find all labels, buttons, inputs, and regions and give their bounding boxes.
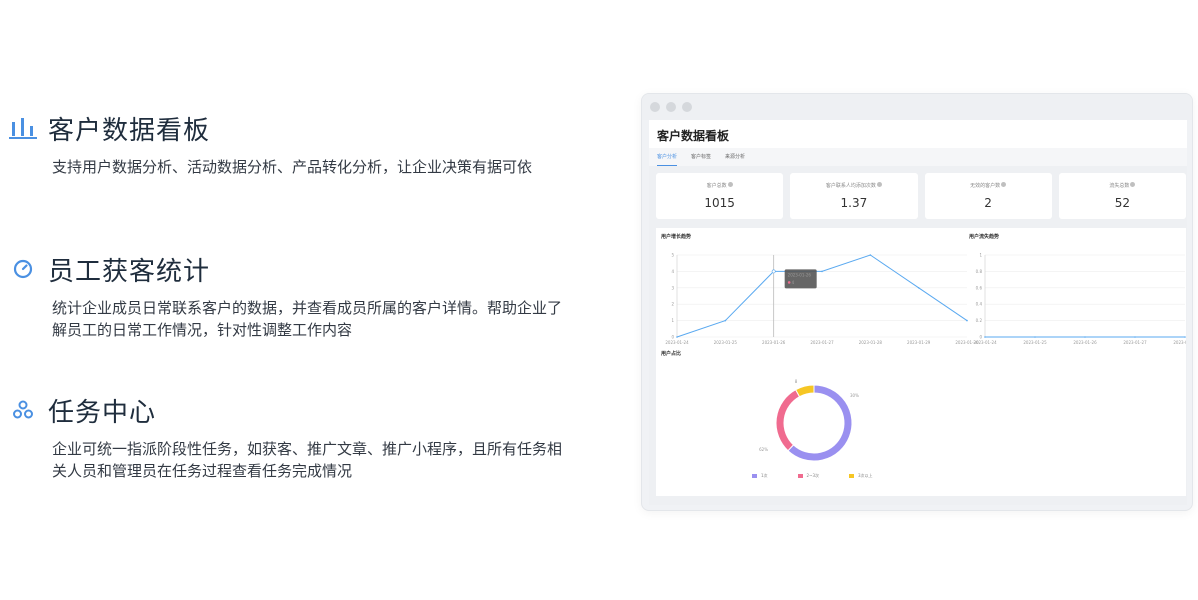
help-icon[interactable] [876,182,882,187]
dashboard-tabs: 客户分析 客户标签 来源分析 [649,148,1187,166]
stat-label: 客户总数 [706,183,727,189]
stat-value: 1015 [704,196,735,210]
feature-employee-stats: 员工获客统计 统计企业成员日常联系客户的数据，并查看成员所属的客户详情。帮助企业… [8,249,568,341]
dashboard-window: 客户数据看板 客户分析 客户标签 来源分析 客户总数 1015 客户联系人均添加… [641,93,1193,511]
dashboard-content: 客户数据看板 客户分析 客户标签 来源分析 客户总数 1015 客户联系人均添加… [649,120,1187,505]
loss-ytick: 0.4 [976,302,983,307]
stat-cards: 客户总数 1015 客户联系人均添加次数 1.37 无效的客户数 2 流失总数 … [656,173,1186,219]
window-titlebar [642,94,1192,120]
feature-desc: 支持用户数据分析、活动数据分析、产品转化分析，让企业决策有据可依 [52,158,533,176]
loss-ytick: 0.2 [976,318,983,323]
feature-desc: 企业可统一指派阶段性任务，如获客、推广文章、推广小程序，且所有任务相关人员和管理… [52,440,563,480]
growth-ytick: 3 [671,285,674,290]
legend-swatch [849,474,854,478]
feature-title: 任务中心 [48,397,157,428]
window-dot-maximize[interactable] [682,102,692,112]
legend-item[interactable]: 1次 [752,473,768,479]
growth-ytick: 1 [671,318,674,323]
help-icon[interactable] [1001,182,1007,187]
growth-ytick: 4 [671,269,674,274]
growth-xtick: 2023-01-27 [810,340,834,345]
stat-card-total-customers: 客户总数 1015 [656,173,784,219]
growth-xtick: 2023-01-25 [714,340,738,345]
stat-card-avg-add: 客户联系人均添加次数 1.37 [790,173,918,219]
growth-point [966,319,968,322]
growth-point [676,336,678,338]
legend-swatch [797,474,803,478]
donut-slice [775,389,801,452]
window-dot-minimize[interactable] [666,102,676,112]
dashboard-title: 客户数据看板 [649,120,1187,148]
gauge-icon [8,254,38,284]
stat-label: 无效的客户数 [970,183,1001,189]
tab-customer-analysis[interactable]: 客户分析 [657,148,678,166]
loss-point [1134,336,1136,338]
loss-point [1084,336,1086,338]
loss-point [1034,336,1036,338]
growth-xtick: 2023-01-26 [762,340,786,345]
growth-point [724,319,727,322]
donut-slice [795,384,815,398]
loss-xtick: 2023-01-24 [973,340,997,345]
loss-xtick: 2023-01-27 [1123,340,1147,345]
growth-tooltip-point [771,269,776,274]
growth-point [917,287,920,289]
loss-ytick: 1 [979,253,982,258]
donut-label: 8 [795,379,798,384]
growth-xtick: 2023-01-28 [859,340,883,345]
feature-title: 员工获客统计 [48,256,211,287]
growth-ytick: 5 [671,253,674,258]
stat-label: 客户联系人均添加次数 [825,183,876,189]
growth-tooltip-date: 2023-01-26 [788,272,812,277]
charts-svg: 0 1 2 3 4 5 2023-01-24 2023-01-25 2023-01-26 2023… [665,253,1186,462]
legend-item[interactable]: 2~3次 [797,473,819,479]
feature-list: 客户数据看板 支持用户数据分析、活动数据分析、产品转化分析，让企业决策有据可依 … [0,0,600,600]
loss-xtick: 2023-01-28 [1173,340,1186,345]
feature-title: 客户数据看板 [48,115,211,146]
growth-xtick: 2023-01-24 [665,340,689,345]
growth-ytick: 2 [671,302,674,307]
loss-xtick: 2023-01-26 [1073,340,1097,345]
stat-label: 流失总数 [1109,183,1130,189]
ratio-legend: 1次 2~3次 3次以上 [752,473,873,479]
loss-point [984,336,986,338]
donut-label: 30% [850,393,859,398]
stat-card-lost: 流失总数 52 [1058,173,1186,219]
loss-ytick: 0.6 [976,285,983,290]
tab-customer-tags[interactable]: 客户标签 [691,148,711,166]
help-icon[interactable] [1130,182,1136,187]
loss-point [1184,336,1186,338]
legend-item[interactable]: 3次以上 [849,473,873,479]
loss-xtick: 2023-01-25 [1023,340,1047,345]
growth-series-line [676,254,968,338]
cluster-icon [8,395,38,425]
growth-point [821,270,823,273]
bar-chart-icon [8,113,38,143]
tab-source-analysis[interactable]: 来源分析 [725,148,745,166]
growth-tooltip-marker [787,281,791,284]
stat-value: 2 [984,196,992,210]
window-dot-close[interactable] [650,102,660,112]
stat-value: 1.37 [840,196,868,210]
growth-point [869,254,872,256]
growth-tooltip-value: 4 [792,280,795,285]
donut-label: 62% [759,447,768,452]
feature-customer-dashboard: 客户数据看板 支持用户数据分析、活动数据分析、产品转化分析，让企业决策有据可依 [8,108,568,178]
feature-task-center: 任务中心 企业可统一指派阶段性任务，如获客、推广文章、推广小程序，且所有任务相关… [8,390,568,482]
growth-ytick: 0 [671,335,674,340]
stat-card-invalid: 无效的客户数 2 [924,173,1052,219]
loss-ytick: 0 [979,335,982,340]
help-icon[interactable] [727,182,733,187]
loss-ytick: 0.8 [976,269,983,274]
legend-swatch [752,474,757,478]
growth-xtick: 2023-01-29 [907,340,931,345]
feature-desc: 统计企业成员日常联系客户的数据，并查看成员所属的客户详情。帮助企业了解员工的日常… [52,299,563,339]
charts-panel: 用户增长趋势 用户流失趋势 用户占比 0 1 2 3 4 5 2023-01-24 2023-… [656,228,1186,496]
stat-value: 52 [1114,196,1131,210]
